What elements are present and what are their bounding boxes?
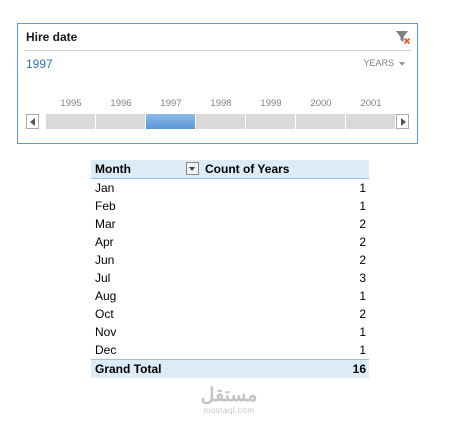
table-row: Jun 2: [91, 251, 369, 269]
scroll-right-button[interactable]: [396, 114, 409, 129]
table-row: Aug 1: [91, 287, 369, 305]
table-row: Feb 1: [91, 197, 369, 215]
row-count: 1: [359, 199, 366, 213]
scroll-left-arrow-icon: [30, 118, 35, 126]
timeline-cell-2001[interactable]: [346, 114, 395, 129]
pivot-table: Month Count of Years Jan 1 Feb 1 Mar 2 A…: [91, 160, 369, 378]
watermark: مستقل mostaql.com: [196, 385, 262, 416]
table-row: Nov 1: [91, 323, 369, 341]
row-count: 1: [359, 325, 366, 339]
timeline-divider: [24, 50, 411, 51]
row-count: 2: [359, 253, 366, 267]
timeline-year-label: 1998: [210, 98, 232, 109]
row-month: Jun: [95, 253, 115, 267]
timeline-cell-1999[interactable]: [246, 114, 295, 129]
timeline-year-label: 1999: [260, 98, 282, 109]
timeline-cell-1997-selected[interactable]: [146, 114, 195, 129]
grand-total-value: 16: [352, 362, 366, 376]
row-month: Dec: [95, 343, 117, 357]
watermark-logo: مستقل: [200, 385, 258, 406]
row-month: Oct: [95, 307, 114, 321]
timeline-cell-1995[interactable]: [46, 114, 95, 129]
pivot-header-row: Month Count of Years: [91, 160, 369, 179]
row-count: 1: [359, 289, 366, 303]
row-count: 2: [359, 217, 366, 231]
timeline-year-label: 2000: [310, 98, 332, 109]
row-labels-header: Month: [95, 162, 131, 176]
scroll-right-arrow-icon: [401, 118, 406, 126]
timeline-year-label: 1995: [60, 98, 82, 109]
values-header: Count of Years: [205, 162, 290, 176]
timeline-slicer: Hire date 1997 YEARS 1995 1996 1997 1998…: [17, 23, 418, 144]
row-month: Mar: [95, 217, 116, 231]
table-row: Mar 2: [91, 215, 369, 233]
scroll-left-button[interactable]: [26, 114, 39, 129]
table-row: Oct 2: [91, 305, 369, 323]
grand-total-label: Grand Total: [95, 362, 162, 376]
timeline-cell-1998[interactable]: [196, 114, 245, 129]
table-row: Dec 1: [91, 341, 369, 359]
row-month: Nov: [95, 325, 117, 339]
grand-total-row: Grand Total 16: [91, 359, 369, 378]
row-count: 1: [359, 181, 366, 195]
time-level-label: YEARS: [363, 58, 394, 68]
timeline-year-labels: 1995 1996 1997 1998 1999 2000 2001: [46, 98, 392, 110]
watermark-domain: mostaql.com: [203, 406, 255, 415]
timeline-track[interactable]: [46, 114, 395, 129]
row-month: Jul: [95, 271, 111, 285]
row-count: 1: [359, 343, 366, 357]
timeline-title: Hire date: [26, 30, 78, 44]
chevron-down-icon: [399, 61, 405, 66]
table-row: Apr 2: [91, 233, 369, 251]
row-month: Jan: [95, 181, 115, 195]
time-level-dropdown[interactable]: YEARS: [363, 58, 405, 68]
timeline-cell-1996[interactable]: [96, 114, 145, 129]
row-count: 3: [359, 271, 366, 285]
row-month: Aug: [95, 289, 117, 303]
row-count: 2: [359, 235, 366, 249]
timeline-selection-label: 1997: [26, 57, 53, 71]
filter-dropdown-icon[interactable]: [186, 162, 199, 175]
row-count: 2: [359, 307, 366, 321]
timeline-cell-2000[interactable]: [296, 114, 345, 129]
timeline-year-label: 2001: [360, 98, 382, 109]
row-month: Apr: [95, 235, 114, 249]
timeline-year-label: 1996: [110, 98, 132, 109]
table-row: Jan 1: [91, 179, 369, 197]
filter-clear-icon[interactable]: [395, 29, 411, 45]
timeline-year-label: 1997: [160, 98, 182, 109]
row-month: Feb: [95, 199, 116, 213]
table-row: Jul 3: [91, 269, 369, 287]
